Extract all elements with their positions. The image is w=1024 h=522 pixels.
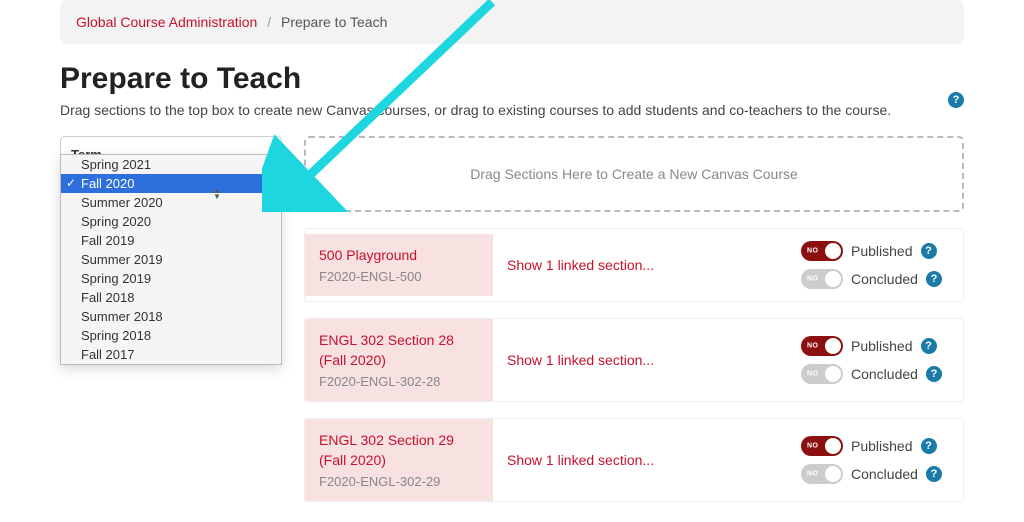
toggle-knob [825,338,841,354]
term-option[interactable]: Summer 2019 [61,250,281,269]
term-option[interactable]: Spring 2020 [61,212,281,231]
concluded-toggle[interactable]: NO [801,464,843,484]
published-help-icon[interactable]: ? [921,243,937,259]
term-option[interactable]: Summer 2018 [61,307,281,326]
course-card[interactable]: 500 Playground F2020-ENGL-500 Show 1 lin… [304,228,964,302]
term-dropdown[interactable]: Spring 2021 Fall 2020 Summer 2020 Spring… [60,154,282,365]
concluded-help-icon[interactable]: ? [926,271,942,287]
concluded-help-icon[interactable]: ? [926,366,942,382]
term-filter-panel: Term Spring 2021 Fall 2020 Summer 2020 S… [60,136,282,502]
toggle-no-label: NO [807,276,819,283]
linked-sections-link[interactable]: Show 1 linked section... [493,245,793,285]
toggle-no-label: NO [807,471,819,478]
create-course-drop-zone[interactable]: Drag Sections Here to Create a New Canva… [304,136,964,212]
toggle-no-label: NO [807,371,819,378]
published-toggle[interactable]: NO [801,336,843,356]
course-info: 500 Playground F2020-ENGL-500 [305,234,493,297]
page-title: Prepare to Teach [60,62,301,96]
concluded-label: Concluded [851,466,918,482]
course-code: F2020-ENGL-302-29 [319,474,479,489]
course-info: ENGL 302 Section 29 (Fall 2020) F2020-EN… [305,419,493,501]
toggle-no-label: NO [807,443,819,450]
term-option[interactable]: Fall 2018 [61,288,281,307]
linked-sections-link[interactable]: Show 1 linked section... [493,440,793,480]
concluded-toggle[interactable]: NO [801,269,843,289]
published-help-icon[interactable]: ? [921,438,937,454]
toggle-knob [825,271,841,287]
select-caret-icon: ▲▼ [213,188,221,200]
term-option[interactable]: Summer 2020 [61,193,281,212]
linked-sections-link[interactable]: Show 1 linked section... [493,340,793,380]
term-option[interactable]: Fall 2019 [61,231,281,250]
course-code: F2020-ENGL-302-28 [319,374,479,389]
term-option-selected[interactable]: Fall 2020 [61,174,281,193]
course-title[interactable]: ENGL 302 Section 28 (Fall 2020) [319,331,479,370]
course-card[interactable]: ENGL 302 Section 28 (Fall 2020) F2020-EN… [304,318,964,402]
courses-panel: Drag Sections Here to Create a New Canva… [304,136,964,502]
published-label: Published [851,438,913,454]
course-title[interactable]: 500 Playground [319,246,479,266]
page-subtitle: Drag sections to the top box to create n… [60,102,964,118]
course-code: F2020-ENGL-500 [319,269,479,284]
concluded-label: Concluded [851,366,918,382]
published-help-icon[interactable]: ? [921,338,937,354]
published-label: Published [851,338,913,354]
course-card[interactable]: ENGL 302 Section 29 (Fall 2020) F2020-EN… [304,418,964,502]
breadcrumb-current: Prepare to Teach [281,14,387,30]
term-option[interactable]: Spring 2018 [61,326,281,345]
breadcrumb: Global Course Administration / Prepare t… [60,0,964,44]
concluded-toggle[interactable]: NO [801,364,843,384]
breadcrumb-separator: / [267,14,271,30]
course-info: ENGL 302 Section 28 (Fall 2020) F2020-EN… [305,319,493,401]
toggle-no-label: NO [807,343,819,350]
published-toggle[interactable]: NO [801,241,843,261]
concluded-label: Concluded [851,271,918,287]
toggle-no-label: NO [807,248,819,255]
page-help-icon[interactable]: ? [948,92,964,108]
course-title[interactable]: ENGL 302 Section 29 (Fall 2020) [319,431,479,470]
published-toggle[interactable]: NO [801,436,843,456]
term-option[interactable]: Spring 2021 [61,155,281,174]
toggle-knob [825,243,841,259]
term-option[interactable]: Fall 2017 [61,345,281,364]
breadcrumb-root-link[interactable]: Global Course Administration [76,14,257,30]
toggle-knob [825,438,841,454]
published-label: Published [851,243,913,259]
concluded-help-icon[interactable]: ? [926,466,942,482]
term-option[interactable]: Spring 2019 [61,269,281,288]
toggle-knob [825,466,841,482]
toggle-knob [825,366,841,382]
